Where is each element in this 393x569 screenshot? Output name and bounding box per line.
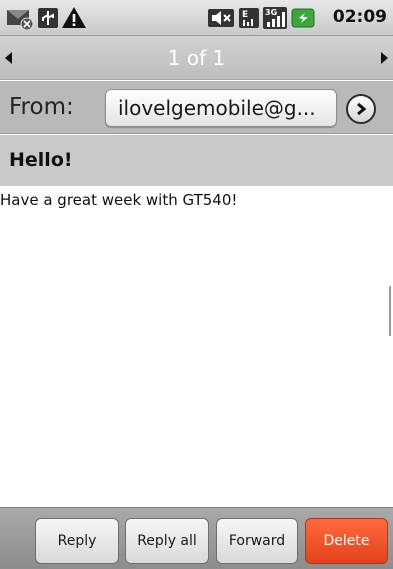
message-body[interactable]: Have a great week with GT540! <box>0 186 393 507</box>
usb-icon <box>38 8 58 28</box>
svg-text:3G: 3G <box>265 8 277 17</box>
body-text: Have a great week with GT540! <box>0 191 238 209</box>
subject-text: Hello! <box>9 149 73 171</box>
action-button-bar: Reply Reply all Forward Delete <box>0 507 393 569</box>
status-time: 02:09 <box>332 7 387 27</box>
signal-3g-icon: 3G <box>263 7 287 29</box>
status-bar: E 3G 02:09 <box>0 0 393 36</box>
from-bar: From: ilovelgemobile@g... <box>0 81 393 134</box>
forward-button[interactable]: Forward <box>216 518 298 564</box>
pager-label: 1 of 1 <box>167 46 226 70</box>
svg-text:E: E <box>242 10 248 20</box>
chevron-right-icon <box>357 102 367 116</box>
details-button[interactable] <box>346 94 376 124</box>
subject-bar: Hello! <box>0 135 393 186</box>
from-label: From: <box>9 94 74 120</box>
network-e-icon: E <box>239 8 259 28</box>
next-arrow-icon[interactable] <box>381 52 388 64</box>
pager-bar: 1 of 1 <box>0 36 393 80</box>
battery-icon <box>291 8 315 28</box>
sender-address: ilovelgemobile@g... <box>118 96 316 120</box>
reply-all-button[interactable]: Reply all <box>125 518 209 564</box>
mute-icon <box>208 9 234 27</box>
warning-icon <box>62 7 86 28</box>
scrollbar <box>389 286 391 336</box>
delete-button[interactable]: Delete <box>305 518 388 564</box>
missed-message-icon <box>7 10 34 30</box>
sender-chip[interactable]: ilovelgemobile@g... <box>105 89 337 127</box>
reply-button[interactable]: Reply <box>35 518 119 564</box>
